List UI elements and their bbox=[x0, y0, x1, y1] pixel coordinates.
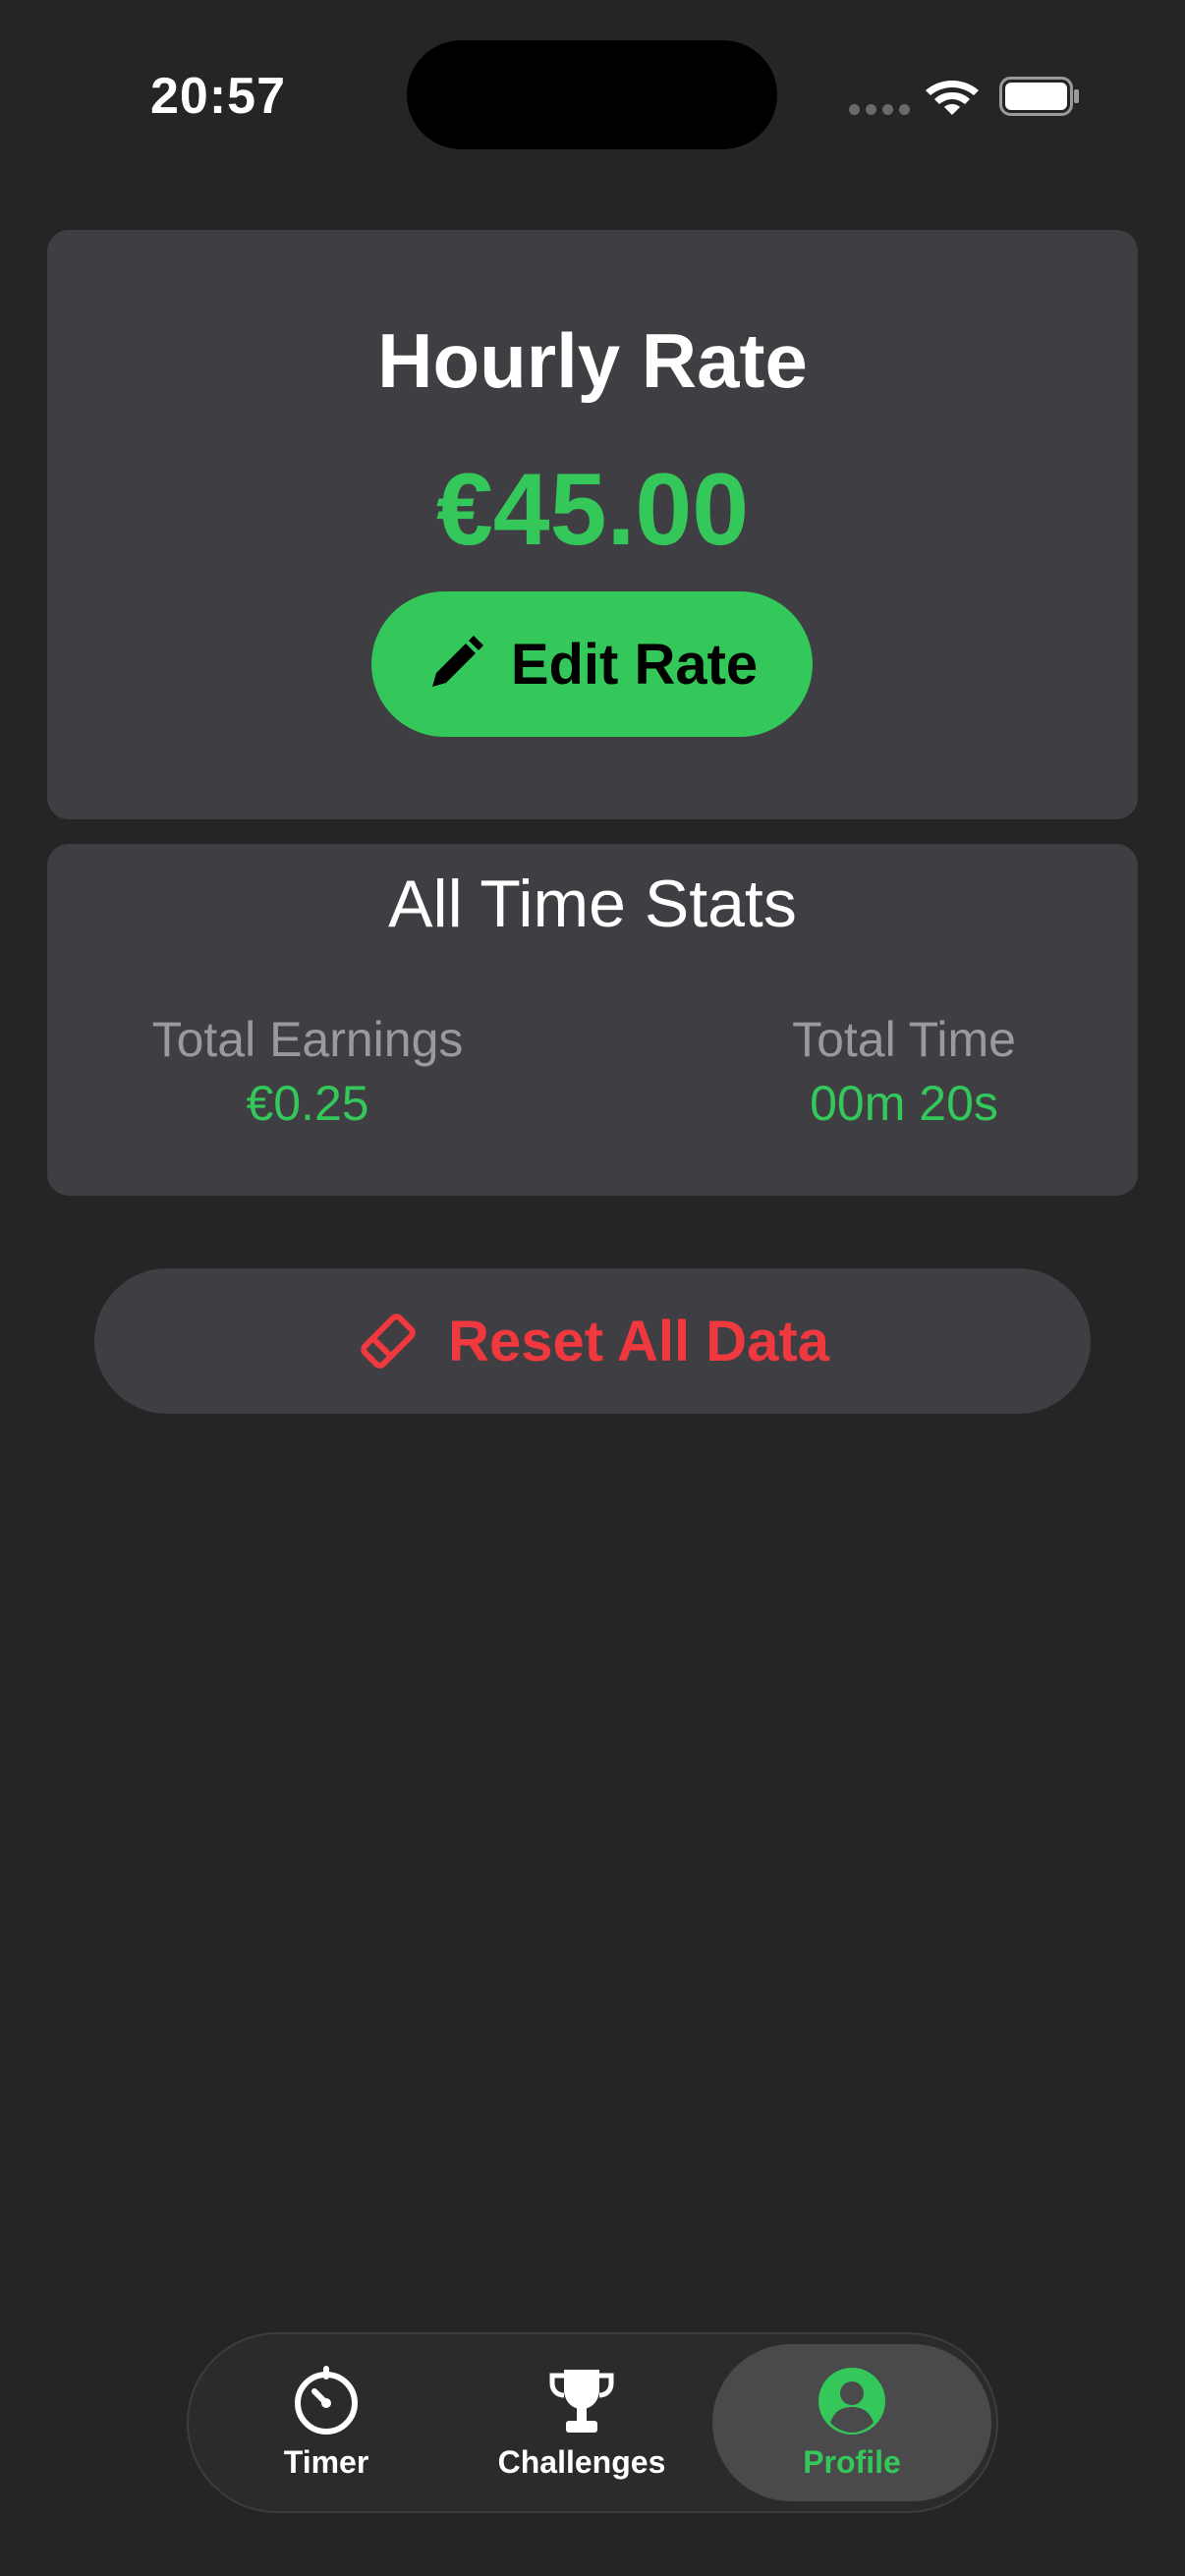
reset-all-data-button[interactable]: Reset All Data bbox=[94, 1268, 1091, 1414]
status-time: 20:57 bbox=[150, 68, 286, 125]
all-time-stats-card: All Time Stats Total Earnings €0.25 Tota… bbox=[47, 844, 1138, 1196]
cellular-signal-icon bbox=[849, 104, 910, 115]
tab-timer-label: Timer bbox=[283, 2443, 369, 2480]
battery-icon bbox=[999, 77, 1079, 116]
person-circle-icon bbox=[818, 2367, 885, 2435]
dynamic-island bbox=[407, 40, 777, 149]
tab-profile-label: Profile bbox=[803, 2443, 901, 2480]
timer-icon bbox=[295, 2365, 358, 2435]
tab-bar: Timer Challenges Profile bbox=[187, 2332, 998, 2513]
total-time-value: 00m 20s bbox=[810, 1076, 998, 1131]
trophy-icon bbox=[549, 2369, 614, 2433]
reset-all-data-label: Reset All Data bbox=[448, 1309, 829, 1373]
total-earnings-label: Total Earnings bbox=[151, 1012, 464, 1067]
edit-rate-button[interactable]: Edit Rate bbox=[371, 591, 813, 737]
total-time-label: Total Time bbox=[792, 1012, 1016, 1067]
edit-rate-label: Edit Rate bbox=[510, 632, 759, 697]
total-earnings-stat: Total Earnings €0.25 bbox=[126, 1009, 489, 1137]
wifi-icon bbox=[926, 81, 979, 115]
tab-challenges[interactable]: Challenges bbox=[474, 2344, 690, 2501]
tab-timer[interactable]: Timer bbox=[218, 2344, 434, 2501]
tab-challenges-label: Challenges bbox=[497, 2443, 666, 2480]
eraser-icon bbox=[361, 1314, 416, 1369]
total-earnings-value: €0.25 bbox=[246, 1076, 369, 1131]
total-time-stat: Total Time 00m 20s bbox=[747, 1009, 1061, 1137]
hourly-rate-title: Hourly Rate bbox=[377, 317, 808, 404]
hourly-rate-value: €45.00 bbox=[435, 453, 750, 567]
all-time-stats-title: All Time Stats bbox=[388, 867, 797, 941]
hourly-rate-card: Hourly Rate €45.00 Edit Rate bbox=[47, 230, 1138, 819]
pencil-icon bbox=[431, 636, 483, 687]
tab-profile[interactable]: Profile bbox=[712, 2344, 991, 2501]
